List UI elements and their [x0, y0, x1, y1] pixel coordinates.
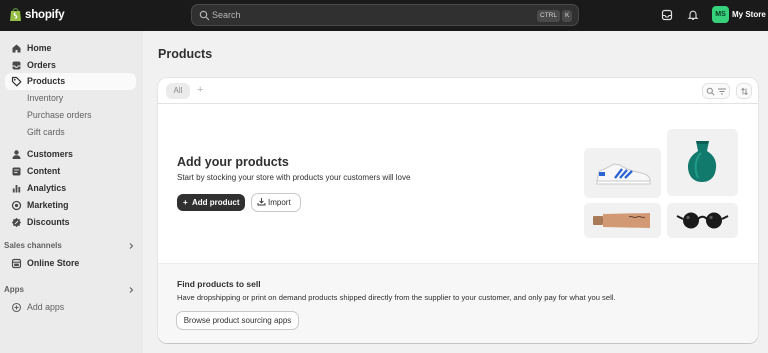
search-placeholder: Search: [212, 10, 241, 20]
sidebar-item-products[interactable]: Products: [5, 73, 136, 90]
sidebar-item-label: Customers: [27, 149, 73, 159]
browse-sourcing-apps-button[interactable]: Browse product sourcing apps: [177, 312, 298, 329]
tab-all[interactable]: All: [166, 83, 190, 99]
chevron-right-icon[interactable]: [127, 242, 135, 250]
sidebar-item-home[interactable]: Home: [5, 40, 136, 57]
add-product-label: Add product: [192, 198, 240, 207]
shortcut-ctrl-key: CTRL: [537, 10, 560, 22]
sidebar-item-label: Products: [27, 76, 66, 86]
sidebar-item-label: Purchase orders: [27, 110, 92, 120]
import-label: Import: [268, 198, 291, 207]
sidebar-item-label: Content: [27, 166, 61, 176]
sidebar-item-label: Home: [27, 43, 52, 53]
empty-state-description: Start by stocking your store with produc…: [177, 173, 411, 182]
import-button[interactable]: Import: [252, 194, 300, 211]
sidebar-item-inventory[interactable]: Inventory: [5, 90, 136, 107]
tube-image: [584, 203, 661, 238]
empty-state-title: Add your products: [177, 155, 289, 169]
store-name[interactable]: My Store: [732, 10, 766, 19]
search-input[interactable]: Search CTRL K: [191, 4, 579, 26]
top-bar: shopify Search CTRL K MS My Store: [0, 0, 768, 31]
sales-channels-heading: Sales channels: [4, 241, 62, 250]
sidebar-item-label: Inventory: [27, 93, 64, 103]
add-view-button[interactable]: +: [197, 84, 207, 98]
sidebar-item-label: Orders: [27, 60, 56, 70]
sidebar-item-online-store[interactable]: Online Store: [5, 255, 136, 272]
discount-icon: [11, 217, 22, 228]
find-products-section: Find products to sell Have dropshipping …: [158, 263, 758, 343]
search-icon: [706, 87, 715, 96]
inbox-tray-icon[interactable]: [661, 9, 673, 21]
vase-image: [667, 129, 738, 196]
sidebar-item-analytics[interactable]: Analytics: [5, 180, 136, 197]
search-filter-button[interactable]: [702, 83, 730, 99]
sidebar-item-label: Analytics: [27, 183, 67, 193]
notification-bell-icon[interactable]: [687, 9, 699, 21]
home-icon: [12, 44, 21, 53]
store-icon: [11, 258, 22, 269]
filter-icon: [718, 88, 726, 95]
products-card: All + Add your products Start by stockin…: [158, 78, 758, 343]
person-icon: [12, 150, 21, 159]
chevron-right-icon[interactable]: [127, 286, 135, 294]
target-icon: [11, 200, 22, 211]
find-products-title: Find products to sell: [177, 279, 261, 289]
sidebar-item-content[interactable]: Content: [5, 163, 136, 180]
sidebar-item-gift-cards[interactable]: Gift cards: [5, 124, 136, 141]
sidebar-item-label: Marketing: [27, 200, 69, 210]
sidebar-item-discounts[interactable]: Discounts: [5, 214, 136, 231]
shopify-logo[interactable]: shopify: [9, 7, 65, 22]
content-icon: [12, 167, 21, 176]
sunglasses-image: [667, 203, 738, 238]
sneaker-image: [584, 148, 661, 198]
sunglasses-icon: [676, 212, 729, 229]
plus-circle-icon: [11, 302, 22, 313]
page-title: Products: [158, 47, 213, 61]
apps-heading: Apps: [4, 285, 24, 294]
find-products-description: Have dropshipping or print on demand pro…: [177, 293, 616, 302]
plus-icon: +: [183, 198, 188, 207]
sidebar-item-label: Add apps: [27, 302, 65, 312]
sidebar-item-add-apps[interactable]: Add apps: [5, 299, 136, 316]
search-icon: [199, 10, 210, 21]
sort-icon: [741, 87, 748, 96]
inbox-icon: [12, 61, 21, 70]
vase-icon: [688, 141, 717, 182]
sidebar-item-orders[interactable]: Orders: [5, 57, 136, 74]
sidebar-item-label: Discounts: [27, 217, 70, 227]
tag-icon: [11, 76, 22, 87]
sidebar-item-label: Online Store: [27, 258, 80, 268]
add-product-button[interactable]: + Add product: [177, 194, 245, 211]
tube-icon: [593, 213, 650, 228]
shortcut-k-key: K: [562, 10, 573, 22]
sidebar-item-purchase-orders[interactable]: Purchase orders: [5, 107, 136, 124]
avatar[interactable]: MS: [712, 6, 729, 23]
logo-wordmark: shopify: [25, 8, 65, 21]
view-tabs-bar: All +: [158, 78, 758, 104]
sidebar-item-customers[interactable]: Customers: [5, 146, 136, 163]
bar-chart-icon: [12, 185, 21, 193]
import-icon: [257, 198, 266, 206]
sort-button[interactable]: [736, 83, 752, 99]
sidebar-item-label: Gift cards: [27, 127, 65, 137]
sidebar-item-marketing[interactable]: Marketing: [5, 197, 136, 214]
sidebar: Home Orders Products Inventory Purchase …: [0, 31, 143, 353]
sneaker-icon: [596, 163, 651, 185]
shopify-bag-icon: [10, 8, 21, 21]
